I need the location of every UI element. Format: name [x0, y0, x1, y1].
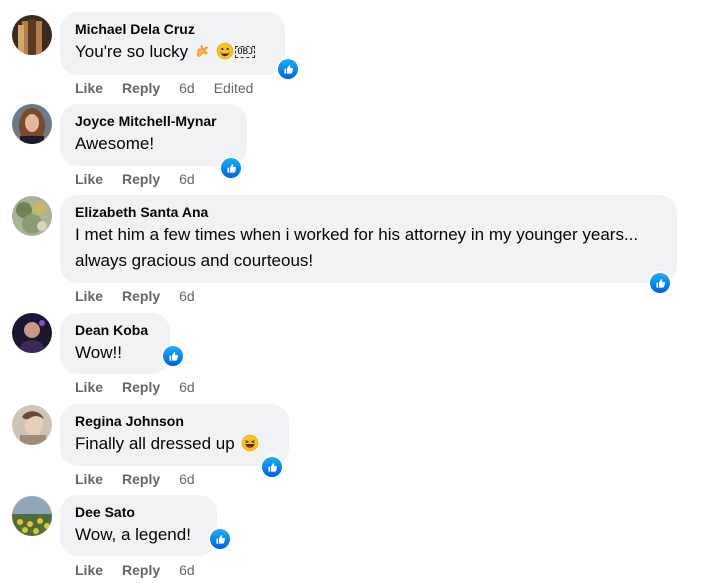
comment-text-content: Finally all dressed up — [75, 434, 235, 453]
reaction-badge[interactable] — [219, 156, 243, 180]
comment-text: Wow!! — [75, 343, 122, 362]
comment-author[interactable]: Joyce Mitchell-Mynar — [75, 112, 235, 131]
reaction-badge[interactable] — [208, 527, 232, 551]
comment-text: You're so lucky OBJ — [75, 39, 273, 68]
timestamp[interactable]: 6d — [179, 561, 195, 579]
like-icon — [654, 277, 667, 290]
comment-text: Wow, a legend! — [75, 525, 191, 544]
comment-bubble: Dee Sato Wow, a legend! — [60, 495, 217, 556]
comment-author[interactable]: Dee Sato — [75, 503, 205, 522]
comment-author[interactable]: Michael Dela Cruz — [75, 20, 273, 39]
avatar-image — [12, 104, 52, 144]
comment-actions: Like Reply 6d — [75, 378, 214, 396]
comment-bubble: Dean Koba Wow!! — [60, 313, 170, 374]
comment-bubble: Joyce Mitchell-Mynar Awesome! — [60, 104, 247, 166]
comment-author[interactable]: Elizabeth Santa Ana — [75, 203, 665, 222]
avatar-image — [12, 196, 52, 236]
reply-button[interactable]: Reply — [122, 470, 160, 488]
reply-button[interactable]: Reply — [122, 287, 160, 305]
comment-author[interactable]: Dean Koba — [75, 321, 158, 340]
comment-actions: Like Reply 6d — [75, 561, 214, 579]
like-button[interactable]: Like — [75, 561, 103, 579]
timestamp[interactable]: 6d — [179, 79, 195, 97]
timestamp[interactable]: 6d — [179, 378, 195, 396]
like-button[interactable]: Like — [75, 378, 103, 396]
reaction-badge[interactable] — [648, 271, 672, 295]
timestamp[interactable]: 6d — [179, 287, 195, 305]
comment-actions: Like Reply 6d Edited — [75, 79, 253, 97]
avatar-image — [12, 496, 52, 536]
like-icon — [167, 350, 180, 363]
call-me-hand-emoji — [194, 42, 212, 68]
avatar[interactable] — [12, 496, 52, 536]
comment-bubble: Michael Dela Cruz You're so lucky OBJ — [60, 12, 285, 75]
avatar[interactable] — [12, 104, 52, 144]
comment-bubble: Regina Johnson Finally all dressed up — [60, 404, 289, 466]
like-button[interactable]: Like — [75, 287, 103, 305]
laughing-squinting-face-emoji — [241, 434, 259, 460]
like-button[interactable]: Like — [75, 170, 103, 188]
reaction-badge[interactable] — [161, 344, 185, 368]
avatar[interactable] — [12, 196, 52, 236]
avatar[interactable] — [12, 313, 52, 353]
comment-text: Awesome! — [75, 134, 155, 153]
comment-text: I met him a few times when i worked for … — [75, 225, 639, 270]
like-icon — [225, 162, 238, 175]
avatar-image — [12, 15, 52, 55]
comment-actions: Like Reply 6d — [75, 170, 214, 188]
like-icon — [214, 533, 227, 546]
reaction-badge[interactable] — [260, 455, 284, 479]
object-placeholder: OBJ — [235, 46, 256, 58]
like-button[interactable]: Like — [75, 79, 103, 97]
reply-button[interactable]: Reply — [122, 378, 160, 396]
comment-author[interactable]: Regina Johnson — [75, 412, 277, 431]
avatar-image — [12, 405, 52, 445]
grinning-face-emoji — [216, 42, 234, 68]
reaction-badge[interactable] — [276, 57, 300, 81]
comment-bubble: Elizabeth Santa Ana I met him a few time… — [60, 195, 677, 283]
reply-button[interactable]: Reply — [122, 79, 160, 97]
avatar[interactable] — [12, 405, 52, 445]
reply-button[interactable]: Reply — [122, 561, 160, 579]
comment-actions: Like Reply 6d — [75, 470, 214, 488]
comment-text-content: You're so lucky — [75, 42, 189, 61]
avatar-image — [12, 313, 52, 353]
comment-text: Finally all dressed up — [75, 431, 277, 460]
reply-button[interactable]: Reply — [122, 170, 160, 188]
timestamp[interactable]: 6d — [179, 170, 195, 188]
like-icon — [266, 461, 279, 474]
like-button[interactable]: Like — [75, 470, 103, 488]
like-icon — [282, 63, 295, 76]
timestamp[interactable]: 6d — [179, 470, 195, 488]
avatar[interactable] — [12, 15, 52, 55]
comment-actions: Like Reply 6d — [75, 287, 214, 305]
edited-label: Edited — [213, 80, 254, 96]
